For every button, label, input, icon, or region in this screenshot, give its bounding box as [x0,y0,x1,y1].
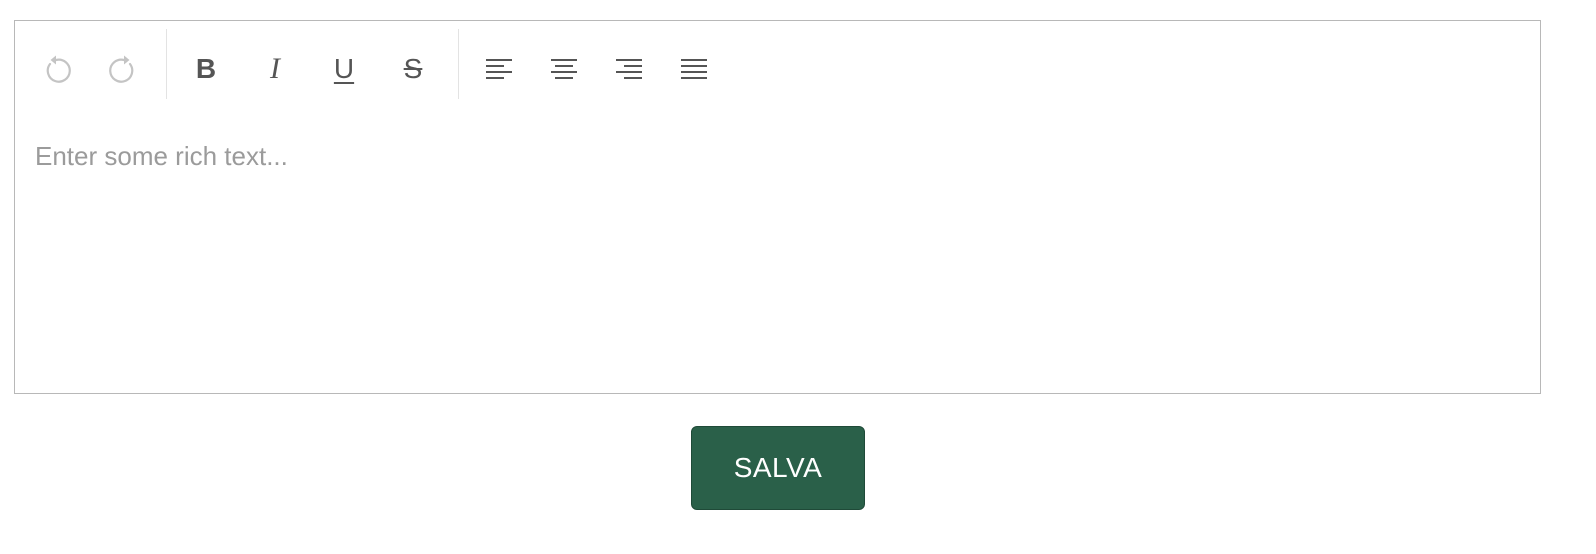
bold-button[interactable]: B [186,49,226,89]
strikethrough-icon: S [403,53,423,84]
page: B I U S Enter some rich text... SALVA [0,0,1596,554]
align-left-button[interactable] [479,49,519,89]
rich-text-editor: B I U S Enter some rich text... [14,20,1541,394]
editor-placeholder: Enter some rich text... [35,141,288,171]
toolbar-divider [458,29,459,99]
underline-icon: U [333,53,355,84]
align-justify-button[interactable] [674,49,714,89]
save-button[interactable]: SALVA [691,426,865,510]
redo-icon [109,55,134,83]
align-left-icon [486,59,512,79]
underline-button[interactable]: U [324,49,364,89]
toolbar-divider [166,29,167,99]
italic-button[interactable]: I [255,49,295,89]
bold-icon: B [195,53,217,84]
redo-button[interactable] [104,49,144,89]
editor-content-area[interactable]: Enter some rich text... [35,137,1520,373]
undo-icon [46,55,71,83]
align-justify-icon [681,59,707,79]
editor-toolbar: B I U S [15,21,1540,111]
align-center-button[interactable] [544,49,584,89]
italic-icon: I [270,52,280,85]
align-right-button[interactable] [609,49,649,89]
strikethrough-button[interactable]: S [393,49,433,89]
align-right-icon [616,59,642,79]
align-center-icon [551,59,577,79]
undo-button[interactable] [36,49,76,89]
